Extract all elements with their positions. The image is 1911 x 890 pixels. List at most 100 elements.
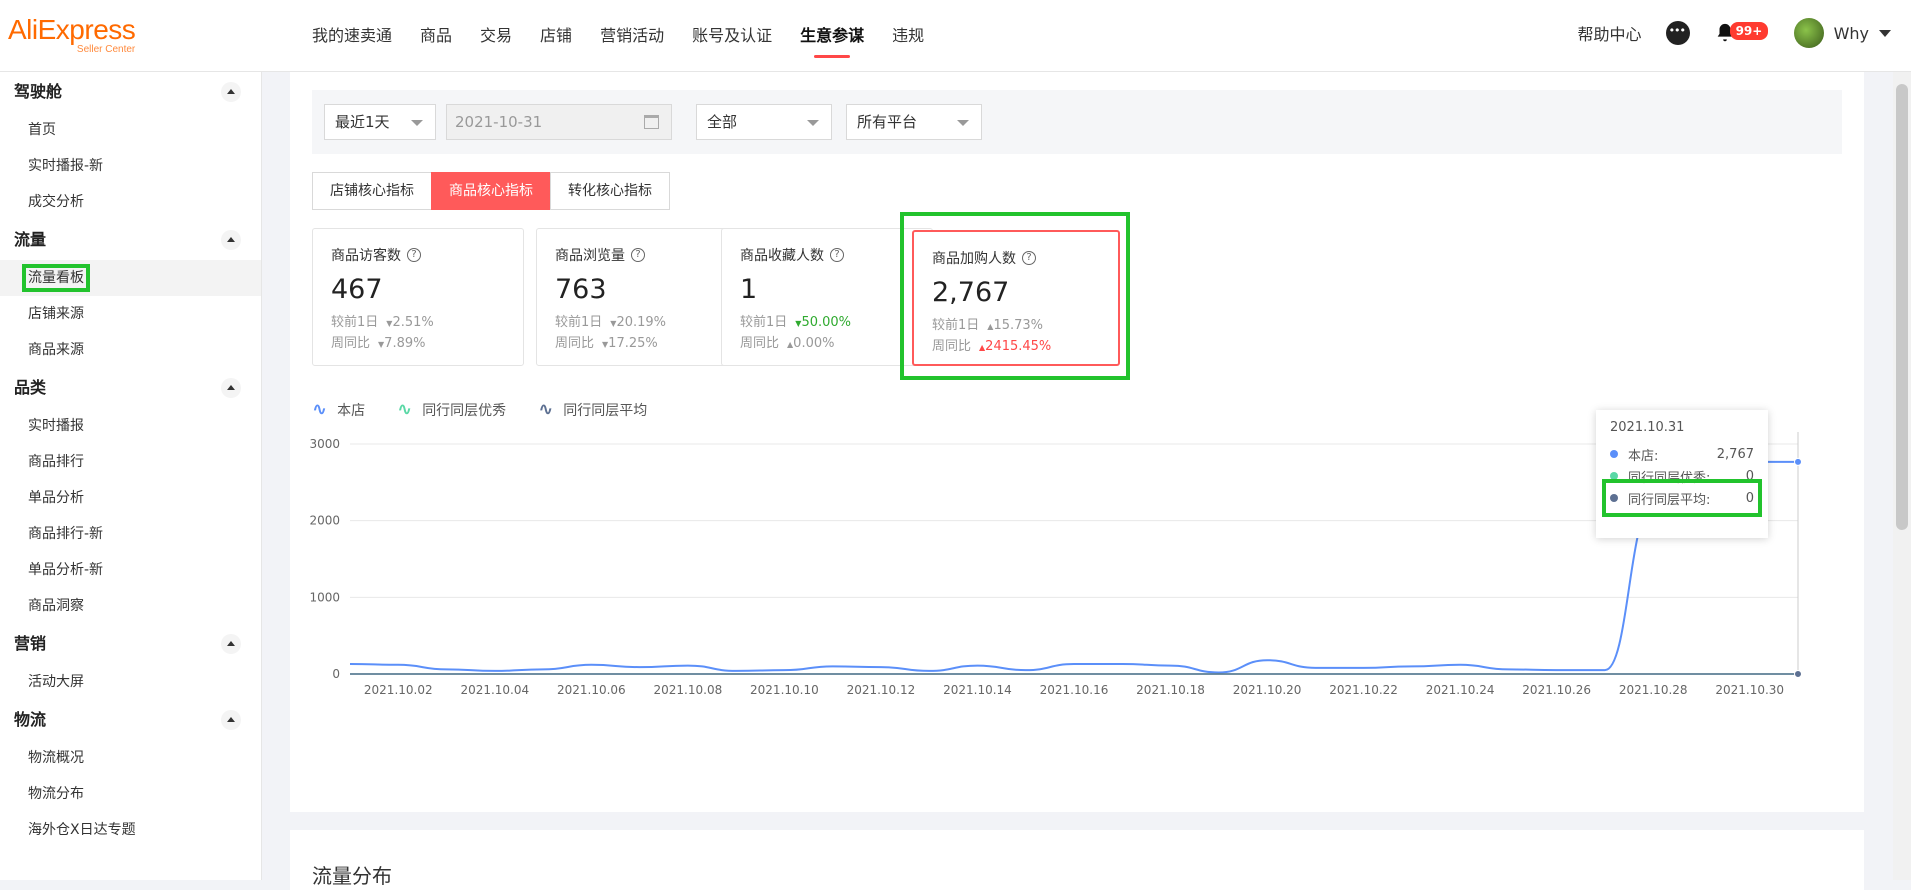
x-tick-label: 2021.10.02 [364,683,433,697]
sidebar-item[interactable]: 商品洞察 [0,588,261,624]
help-icon[interactable]: ? [631,248,645,262]
platform-select[interactable]: 所有平台 [846,104,982,140]
nav-item-5[interactable]: 账号及认证 [692,24,772,48]
sidebar-group-label: 流量 [14,230,47,249]
x-tick-label: 2021.10.22 [1329,683,1398,697]
day-compare: 较前1日 ▼2.51% [331,313,505,334]
sidebar-item[interactable]: 店铺来源 [0,296,261,332]
sidebar-item-label: 店铺来源 [28,306,84,322]
sidebar-item[interactable]: 首页 [0,112,261,148]
metric-value: 763 [555,274,607,305]
sidebar-item-label: 海外仓X日达专题 [28,822,136,838]
day-delta-value: 2.51% [392,315,434,330]
chart-tooltip: 2021.10.31 本店: 2,767 同行同层优秀: 0 同行同层平均: 0 [1596,410,1768,538]
sidebar-group[interactable]: 营销 [0,624,261,664]
nav-item-4[interactable]: 营销活动 [600,24,664,48]
nav-item-7[interactable]: 违规 [892,24,924,48]
wave-icon: ∿ [538,399,554,420]
tab-2[interactable]: 转化核心指标 [550,172,670,210]
sidebar-item[interactable]: 实时播报-新 [0,148,261,184]
tooltip-date: 2021.10.31 [1610,420,1685,435]
date-input[interactable]: 2021-10-31 [446,104,672,140]
help-icon[interactable]: ? [407,248,421,262]
highlight-box [900,212,1130,380]
sidebar-item[interactable]: 单品分析 [0,480,261,516]
sidebar-item[interactable]: 实时播报 [0,408,261,444]
collapse-icon[interactable] [221,82,241,102]
x-tick-label: 2021.10.30 [1715,683,1784,697]
sidebar-item[interactable]: 活动大屏 [0,664,261,700]
sidebar-item[interactable]: 成交分析 [0,184,261,220]
sidebar-group[interactable]: 品类 [0,368,261,408]
chevron-down-icon [411,120,423,126]
metric-card[interactable]: 商品访客数? 467 较前1日 ▼2.51% 周同比 ▼7.89% [312,228,524,366]
collapse-icon[interactable] [221,710,241,730]
sidebar-item[interactable]: 单品分析-新 [0,552,261,588]
sidebar-group[interactable]: 流量 [0,220,261,260]
week-delta-value: 7.89% [384,336,426,351]
tab-1[interactable]: 商品核心指标 [431,172,551,210]
tooltip-label: 同行同层平均: [1628,492,1711,508]
scrollbar-thumb[interactable] [1896,84,1908,530]
nav-item-1[interactable]: 商品 [420,24,452,48]
legend-item[interactable]: ∿ 本店 [312,400,365,420]
week-compare: 周同比 ▼17.25% [555,334,729,355]
nav-item-3[interactable]: 店铺 [540,24,572,48]
x-tick-label: 2021.10.10 [750,683,819,697]
sidebar-group[interactable]: 物流 [0,700,261,740]
collapse-icon[interactable] [221,634,241,654]
aliexpress-logo[interactable]: AliExpress Seller Center [8,14,136,56]
y-tick-label: 1000 [309,590,340,604]
sidebar-item[interactable]: 海外仓X日达专题 [0,812,261,848]
sidebar-item-label: 流量看板 [22,264,90,292]
x-tick-label: 2021.10.12 [847,683,916,697]
sidebar-item[interactable]: 物流分布 [0,776,261,812]
tooltip-label: 本店: [1628,448,1659,464]
metric-card[interactable]: 商品收藏人数? 1 较前1日 ▼50.00% 周同比 ▲0.00% [721,228,933,366]
week-compare: 周同比 ▼7.89% [331,334,505,355]
sidebar-item-label: 首页 [28,122,56,138]
period-select[interactable]: 最近1天 [324,104,436,140]
metric-card[interactable]: 商品浏览量? 763 较前1日 ▼20.19% 周同比 ▼17.25% [536,228,748,366]
legend-item[interactable]: ∿ 同行同层优秀 [397,400,506,420]
sidebar-item[interactable]: 商品排行-新 [0,516,261,552]
logo-subtext: Seller Center [76,44,136,55]
sidebar-group-label: 营销 [14,634,47,653]
help-center-link[interactable]: 帮助中心 [1578,21,1642,45]
collapse-icon[interactable] [221,378,241,398]
sidebar-item[interactable]: 流量看板 [0,260,261,296]
scope-select[interactable]: 全部 [696,104,832,140]
compare-label: 周同比 [740,336,780,351]
sidebar-item[interactable]: 物流概况 [0,740,261,776]
tooltip-row: 本店: 2,767 [1610,443,1754,465]
tooltip-label: 同行同层优秀: [1628,470,1711,486]
x-tick-label: 2021.10.16 [1040,683,1109,697]
chat-icon[interactable] [1665,21,1690,45]
wave-icon: ∿ [397,399,413,420]
legend-label: 同行同层优秀 [422,403,507,419]
x-tick-label: 2021.10.06 [557,683,626,697]
help-icon[interactable]: ? [830,248,844,262]
page-scrollbar[interactable] [1893,72,1911,880]
metric-title-text: 商品浏览量 [555,248,625,264]
nav-item-6[interactable]: 生意参谋 [800,24,864,58]
tab-0[interactable]: 店铺核心指标 [312,172,432,210]
calendar-icon [644,115,659,129]
x-tick-label: 2021.10.20 [1233,683,1302,697]
sidebar-group-label: 驾驶舱 [14,82,63,101]
nav-item-0[interactable]: 我的速卖通 [312,24,392,48]
user-menu[interactable]: Why [1793,18,1891,48]
sidebar-group[interactable]: 驾驶舱 [0,72,261,112]
collapse-icon[interactable] [221,230,241,250]
compare-label: 周同比 [555,336,595,351]
notification-button[interactable]: 99+ [1714,19,1769,47]
section-title: 流量分布 [312,864,392,888]
tooltip-value: 2,767 [1716,446,1754,462]
sidebar-item-label: 商品排行 [28,454,84,470]
sidebar: 驾驶舱首页实时播报-新 成交分析流量流量看板店铺来源商品来源 品类 实时播报商品排行单… [0,72,262,880]
nav-item-2[interactable]: 交易 [480,24,512,48]
legend-item[interactable]: ∿ 同行同层平均 [538,400,647,420]
sidebar-item[interactable]: 商品排行 [0,444,261,480]
logo-text: AliExpress [8,14,136,45]
sidebar-item[interactable]: 商品来源 [0,332,261,368]
